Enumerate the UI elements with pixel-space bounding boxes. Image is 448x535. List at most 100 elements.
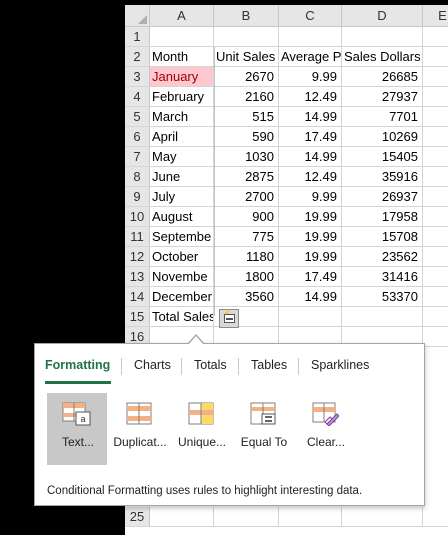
cell-c6[interactable]: 17.49 [279, 127, 342, 147]
cell-a11[interactable]: Septembe [150, 227, 214, 247]
cell-d8[interactable]: 35916 [342, 167, 423, 187]
tab-tables[interactable]: Tables [251, 358, 287, 372]
row-header[interactable]: 12 [125, 247, 150, 267]
cell-c1[interactable] [279, 27, 342, 47]
row-header[interactable]: 9 [125, 187, 150, 207]
cell-c13[interactable]: 17.49 [279, 267, 342, 287]
cell-c12[interactable]: 19.99 [279, 247, 342, 267]
row-header[interactable]: 6 [125, 127, 150, 147]
cell-e25[interactable] [423, 507, 448, 527]
cell-b5[interactable]: 515 [214, 107, 279, 127]
gallery-clear-format[interactable]: Clear... [295, 393, 355, 465]
cell-b10[interactable]: 900 [214, 207, 279, 227]
cell-e12[interactable] [423, 247, 448, 267]
cell-b14[interactable]: 3560 [214, 287, 279, 307]
row-header[interactable]: 1 [125, 27, 150, 47]
column-header-c[interactable]: C [279, 5, 342, 27]
cell-e14[interactable] [423, 287, 448, 307]
cell-a15[interactable]: Total Sales [150, 307, 214, 327]
tab-formatting[interactable]: Formatting [45, 358, 110, 372]
cell-b13[interactable]: 1800 [214, 267, 279, 287]
cell-d4[interactable]: 27937 [342, 87, 423, 107]
cell-e6[interactable] [423, 127, 448, 147]
cell-e8[interactable] [423, 167, 448, 187]
gallery-text-contains[interactable]: a Text... [47, 393, 107, 465]
cell-c14[interactable]: 14.99 [279, 287, 342, 307]
row-header[interactable]: 10 [125, 207, 150, 227]
row-header[interactable]: 25 [125, 507, 150, 527]
cell-d9[interactable]: 26937 [342, 187, 423, 207]
row-header[interactable]: 14 [125, 287, 150, 307]
cell-b3[interactable]: 2670 [214, 67, 279, 87]
cell-c3[interactable]: 9.99 [279, 67, 342, 87]
cell-e15[interactable] [423, 307, 448, 327]
cell-c10[interactable]: 19.99 [279, 207, 342, 227]
cell-e5[interactable] [423, 107, 448, 127]
cell-a4[interactable]: February [150, 87, 214, 107]
cell-c5[interactable]: 14.99 [279, 107, 342, 127]
column-header-e[interactable]: E [423, 5, 448, 27]
cell-e3[interactable] [423, 67, 448, 87]
cell-d2[interactable]: Sales Dollars [342, 47, 423, 67]
column-header-b[interactable]: B [214, 5, 279, 27]
tab-sparklines[interactable]: Sparklines [311, 358, 369, 372]
cell-c7[interactable]: 14.99 [279, 147, 342, 167]
cell-d15[interactable] [342, 307, 423, 327]
cell-b8[interactable]: 2875 [214, 167, 279, 187]
row-header[interactable]: 8 [125, 167, 150, 187]
cell-d25[interactable] [342, 507, 423, 527]
row-header[interactable]: 15 [125, 307, 150, 327]
cell-d6[interactable]: 10269 [342, 127, 423, 147]
cell-a1[interactable] [150, 27, 214, 47]
column-header-d[interactable]: D [342, 5, 423, 27]
cell-b25[interactable] [214, 507, 279, 527]
cell-e1[interactable] [423, 27, 448, 47]
cell-c2[interactable]: Average P [279, 47, 342, 67]
cell-d3[interactable]: 26685 [342, 67, 423, 87]
cell-a5[interactable]: March [150, 107, 214, 127]
cell-d1[interactable] [342, 27, 423, 47]
cell-d11[interactable]: 15708 [342, 227, 423, 247]
cell-a9[interactable]: July [150, 187, 214, 207]
cell-b1[interactable] [214, 27, 279, 47]
cell-d13[interactable]: 31416 [342, 267, 423, 287]
cell-b7[interactable]: 1030 [214, 147, 279, 167]
cell-a12[interactable]: October [150, 247, 214, 267]
row-header[interactable]: 11 [125, 227, 150, 247]
cell-e16[interactable] [423, 327, 448, 347]
cell-a2[interactable]: Month [150, 47, 214, 67]
cell-b9[interactable]: 2700 [214, 187, 279, 207]
cell-a7[interactable]: May [150, 147, 214, 167]
cell-a6[interactable]: April [150, 127, 214, 147]
cell-b4[interactable]: 2160 [214, 87, 279, 107]
column-header-a[interactable]: A [150, 5, 214, 27]
quick-analysis-button[interactable]: ⚡ [219, 309, 239, 328]
cell-e7[interactable] [423, 147, 448, 167]
row-header[interactable]: 13 [125, 267, 150, 287]
cell-a13[interactable]: Novembe [150, 267, 214, 287]
cell-e13[interactable] [423, 267, 448, 287]
tab-charts[interactable]: Charts [134, 358, 171, 372]
gallery-duplicate-values[interactable]: Duplicat... [109, 393, 169, 465]
row-header[interactable]: 2 [125, 47, 150, 67]
row-header[interactable]: 5 [125, 107, 150, 127]
gallery-equal-to[interactable]: Equal To [233, 393, 293, 465]
cell-d5[interactable]: 7701 [342, 107, 423, 127]
cell-c4[interactable]: 12.49 [279, 87, 342, 107]
cell-b2[interactable]: Unit Sales [214, 47, 279, 67]
cell-c9[interactable]: 9.99 [279, 187, 342, 207]
cell-c11[interactable]: 19.99 [279, 227, 342, 247]
row-header[interactable]: 4 [125, 87, 150, 107]
row-header[interactable]: 7 [125, 147, 150, 167]
cell-c25[interactable] [279, 507, 342, 527]
cell-b12[interactable]: 1180 [214, 247, 279, 267]
cell-a8[interactable]: June [150, 167, 214, 187]
cell-e4[interactable] [423, 87, 448, 107]
gallery-unique-values[interactable]: Unique... [171, 393, 231, 465]
cell-e2[interactable] [423, 47, 448, 67]
cell-a3[interactable]: January [150, 67, 214, 87]
cell-b11[interactable]: 775 [214, 227, 279, 247]
row-header[interactable]: 3 [125, 67, 150, 87]
cell-c8[interactable]: 12.49 [279, 167, 342, 187]
cell-e10[interactable] [423, 207, 448, 227]
